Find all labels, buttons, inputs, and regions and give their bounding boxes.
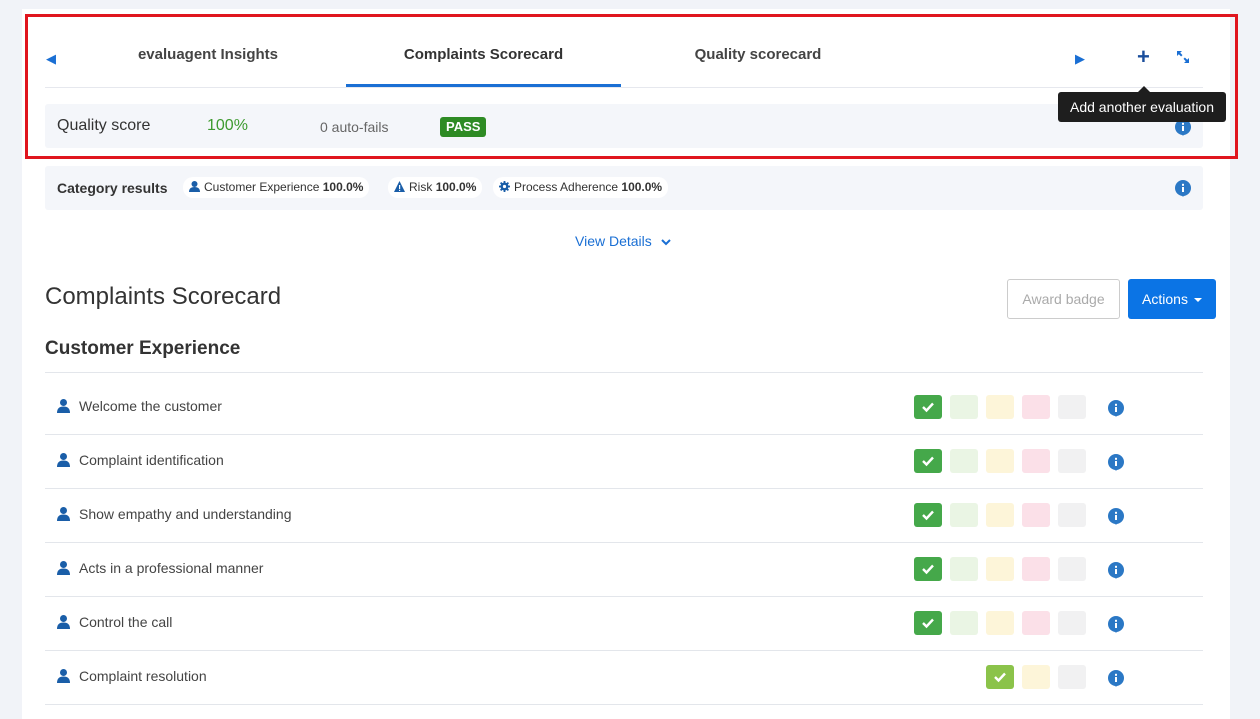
person-icon (57, 615, 70, 634)
person-icon (57, 669, 70, 688)
score-na-box[interactable] (1058, 503, 1086, 527)
person-icon (57, 453, 70, 472)
score-na-box[interactable] (1058, 611, 1086, 635)
category-name: Risk (409, 180, 433, 194)
category-name: Customer Experience (204, 180, 320, 194)
score-pass-box[interactable] (914, 395, 942, 419)
row-label: Show empathy and understanding (79, 506, 292, 522)
score-option-box[interactable] (950, 503, 978, 527)
expand-icon[interactable] (1176, 50, 1190, 69)
tab-evaluagent-insights[interactable]: evaluagent Insights (100, 46, 316, 66)
category-chip-risk: Risk 100.0% (388, 177, 483, 198)
score-option-box[interactable] (1022, 503, 1050, 527)
score-option-box[interactable] (1022, 611, 1050, 635)
score-pass-box[interactable] (986, 665, 1014, 689)
row-divider (45, 542, 1203, 543)
row-info-icon[interactable] (1108, 670, 1124, 692)
row-info-icon[interactable] (1108, 454, 1124, 476)
section-title: Customer Experience (45, 338, 241, 359)
score-option-box[interactable] (1022, 449, 1050, 473)
view-details-link[interactable]: View Details (575, 233, 671, 249)
score-option-box[interactable] (1022, 665, 1050, 689)
score-option-box[interactable] (986, 557, 1014, 581)
score-na-box[interactable] (1058, 395, 1086, 419)
score-na-box[interactable] (1058, 557, 1086, 581)
score-pass-box[interactable] (914, 449, 942, 473)
add-evaluation-tooltip: Add another evaluation (1058, 86, 1226, 122)
auto-fails-count: 0 auto-fails (320, 119, 389, 135)
category-chip-process-adherence: Process Adherence 100.0% (493, 177, 669, 198)
award-badge-button[interactable]: Award badge (1007, 279, 1120, 319)
tab-divider (45, 87, 1203, 88)
tab-quality-scorecard[interactable]: Quality scorecard (650, 46, 866, 66)
add-evaluation-plus-icon[interactable]: + (1137, 46, 1150, 68)
row-divider (45, 704, 1203, 705)
person-icon (57, 507, 70, 526)
tab-complaints-scorecard[interactable]: Complaints Scorecard (346, 46, 621, 66)
score-pass-box[interactable] (914, 611, 942, 635)
gear-icon (499, 181, 510, 192)
chevron-down-icon (660, 239, 671, 246)
score-option-box[interactable] (986, 503, 1014, 527)
quality-score-value: 100% (207, 117, 248, 134)
person-icon (57, 399, 70, 418)
score-option-box[interactable] (1022, 557, 1050, 581)
score-pass-box[interactable] (914, 557, 942, 581)
row-info-icon[interactable] (1108, 400, 1124, 422)
row-divider (45, 650, 1203, 651)
warning-icon (394, 181, 405, 192)
row-label: Complaint identification (79, 452, 224, 468)
person-icon (189, 181, 200, 192)
category-info-icon[interactable] (1175, 180, 1191, 202)
row-label: Complaint resolution (79, 668, 207, 684)
row-divider (45, 434, 1203, 435)
score-option-box[interactable] (950, 395, 978, 419)
category-value: 100.0% (435, 180, 477, 194)
quality-info-icon[interactable] (1175, 119, 1191, 141)
score-na-box[interactable] (1058, 449, 1086, 473)
score-option-box[interactable] (950, 449, 978, 473)
score-option-box[interactable] (986, 449, 1014, 473)
row-info-icon[interactable] (1108, 508, 1124, 530)
row-label: Acts in a professional manner (79, 560, 264, 576)
row-info-icon[interactable] (1108, 616, 1124, 638)
tab-next-arrow-icon[interactable]: ▶ (1075, 52, 1085, 66)
scorecard-title: Complaints Scorecard (45, 283, 282, 310)
actions-label: Actions (1142, 291, 1188, 307)
score-option-box[interactable] (986, 611, 1014, 635)
category-name: Process Adherence (514, 180, 619, 194)
quality-score-label: Quality score (57, 117, 151, 134)
score-option-box[interactable] (950, 611, 978, 635)
score-pass-box[interactable] (914, 503, 942, 527)
category-chip-customer-experience: Customer Experience 100.0% (183, 177, 370, 198)
category-value: 100.0% (322, 180, 364, 194)
row-divider (45, 596, 1203, 597)
score-option-box[interactable] (1022, 395, 1050, 419)
score-option-box[interactable] (950, 557, 978, 581)
row-label: Control the call (79, 614, 173, 630)
row-info-icon[interactable] (1108, 562, 1124, 584)
category-results-label: Category results (57, 180, 168, 196)
tab-prev-arrow-icon[interactable]: ◀ (46, 52, 56, 66)
caret-down-icon (1193, 298, 1202, 303)
score-na-box[interactable] (1058, 665, 1086, 689)
actions-button[interactable]: Actions (1128, 279, 1216, 319)
row-label: Welcome the customer (79, 398, 222, 414)
person-icon (57, 561, 70, 580)
score-option-box[interactable] (986, 395, 1014, 419)
category-value: 100.0% (621, 180, 663, 194)
pass-badge: PASS (440, 117, 487, 137)
section-divider (45, 372, 1203, 373)
view-details-label: View Details (575, 233, 652, 249)
row-divider (45, 488, 1203, 489)
